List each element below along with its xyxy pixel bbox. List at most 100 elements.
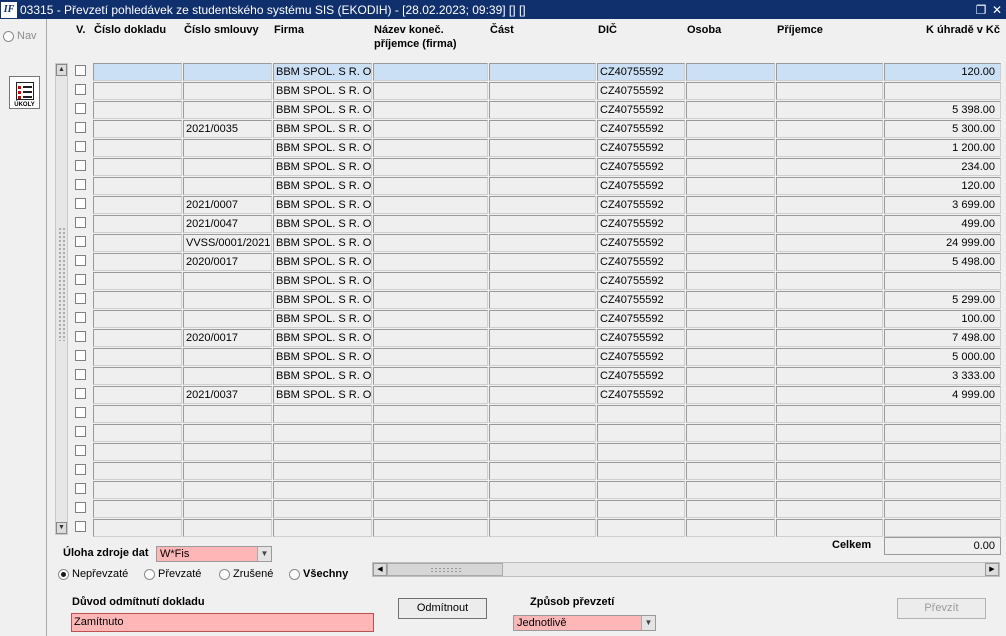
- cell-cislo-dokladu[interactable]: [93, 462, 182, 480]
- cell-cislo-dokladu[interactable]: [93, 481, 182, 499]
- cell-nazev-prijemce[interactable]: [373, 196, 488, 214]
- cell-cislo-dokladu[interactable]: [93, 82, 182, 100]
- cell-prijemce[interactable]: [776, 272, 883, 290]
- cell-osoba[interactable]: [686, 519, 775, 537]
- grid-grip-handle[interactable]: [58, 227, 66, 341]
- cell-cislo-smlouvy[interactable]: [183, 367, 272, 385]
- cell-cislo-dokladu[interactable]: [93, 329, 182, 347]
- cell-firma[interactable]: BBM SPOL. S R. O.: [273, 310, 372, 328]
- scroll-up-icon[interactable]: ▲: [56, 64, 67, 76]
- cell-k-uhrade[interactable]: [884, 272, 1001, 290]
- cell-k-uhrade[interactable]: [884, 424, 1001, 442]
- cell-firma[interactable]: [273, 481, 372, 499]
- cell-firma[interactable]: [273, 462, 372, 480]
- table-row[interactable]: [73, 481, 1006, 500]
- cell-cislo-smlouvy[interactable]: [183, 519, 272, 537]
- row-checkbox[interactable]: [75, 369, 86, 380]
- cell-firma[interactable]: BBM SPOL. S R. O.: [273, 139, 372, 157]
- cell-prijemce[interactable]: [776, 367, 883, 385]
- cell-osoba[interactable]: [686, 158, 775, 176]
- cell-prijemce[interactable]: [776, 215, 883, 233]
- cell-firma[interactable]: BBM SPOL. S R. O.: [273, 158, 372, 176]
- cell-cast[interactable]: [489, 272, 596, 290]
- cell-cast[interactable]: [489, 310, 596, 328]
- cell-cislo-smlouvy[interactable]: [183, 158, 272, 176]
- cell-cislo-dokladu[interactable]: [93, 443, 182, 461]
- cell-nazev-prijemce[interactable]: [373, 63, 488, 81]
- table-row[interactable]: BBM SPOL. S R. O. CZ40755592 5 398.00: [73, 101, 1006, 120]
- cell-cast[interactable]: [489, 63, 596, 81]
- cell-cislo-smlouvy[interactable]: 2020/0017: [183, 329, 272, 347]
- cell-nazev-prijemce[interactable]: [373, 405, 488, 423]
- cell-nazev-prijemce[interactable]: [373, 367, 488, 385]
- cell-prijemce[interactable]: [776, 63, 883, 81]
- col-header-cislo-dokladu[interactable]: Číslo dokladu: [94, 23, 166, 37]
- row-checkbox[interactable]: [75, 350, 86, 361]
- col-header-cast[interactable]: Část: [490, 23, 514, 37]
- chevron-down-icon[interactable]: ▼: [257, 547, 271, 561]
- cell-cast[interactable]: [489, 291, 596, 309]
- row-checkbox[interactable]: [75, 331, 86, 342]
- cell-cislo-smlouvy[interactable]: [183, 63, 272, 81]
- cell-cast[interactable]: [489, 500, 596, 518]
- cell-cislo-smlouvy[interactable]: 2021/0037: [183, 386, 272, 404]
- cell-dic[interactable]: CZ40755592: [597, 158, 685, 176]
- cell-prijemce[interactable]: [776, 234, 883, 252]
- cell-cislo-dokladu[interactable]: [93, 63, 182, 81]
- cell-dic[interactable]: CZ40755592: [597, 291, 685, 309]
- cell-firma[interactable]: BBM SPOL. S R. O.: [273, 120, 372, 138]
- cell-cast[interactable]: [489, 177, 596, 195]
- row-checkbox[interactable]: [75, 65, 86, 76]
- cell-firma[interactable]: [273, 443, 372, 461]
- cell-nazev-prijemce[interactable]: [373, 272, 488, 290]
- cell-osoba[interactable]: [686, 63, 775, 81]
- cell-k-uhrade[interactable]: 5 000.00: [884, 348, 1001, 366]
- cell-nazev-prijemce[interactable]: [373, 310, 488, 328]
- cell-cislo-dokladu[interactable]: [93, 196, 182, 214]
- cell-firma[interactable]: [273, 500, 372, 518]
- table-row[interactable]: [73, 462, 1006, 481]
- cell-cislo-smlouvy[interactable]: 2020/0017: [183, 253, 272, 271]
- row-checkbox[interactable]: [75, 217, 86, 228]
- cell-cislo-dokladu[interactable]: [93, 386, 182, 404]
- ukoly-button[interactable]: ÚKOLY: [9, 76, 40, 109]
- cell-osoba[interactable]: [686, 272, 775, 290]
- cell-firma[interactable]: BBM SPOL. S R. O.: [273, 329, 372, 347]
- table-row[interactable]: [73, 500, 1006, 519]
- cell-cislo-smlouvy[interactable]: 2021/0007: [183, 196, 272, 214]
- cell-prijemce[interactable]: [776, 196, 883, 214]
- row-checkbox[interactable]: [75, 426, 86, 437]
- table-row[interactable]: BBM SPOL. S R. O. CZ40755592 1 200.00: [73, 139, 1006, 158]
- cell-nazev-prijemce[interactable]: [373, 82, 488, 100]
- duvod-input[interactable]: Zamítnuto: [71, 613, 374, 632]
- cell-prijemce[interactable]: [776, 158, 883, 176]
- cell-cislo-dokladu[interactable]: [93, 139, 182, 157]
- cell-k-uhrade[interactable]: 234.00: [884, 158, 1001, 176]
- cell-firma[interactable]: BBM SPOL. S R. O.: [273, 215, 372, 233]
- col-header-dic[interactable]: DIČ: [598, 23, 617, 37]
- table-row[interactable]: BBM SPOL. S R. O. CZ40755592 234.00: [73, 158, 1006, 177]
- radio-neprevzate[interactable]: Nepřevzaté: [58, 568, 128, 580]
- restore-icon[interactable]: ❐: [974, 3, 988, 17]
- row-checkbox[interactable]: [75, 198, 86, 209]
- cell-cast[interactable]: [489, 196, 596, 214]
- cell-nazev-prijemce[interactable]: [373, 443, 488, 461]
- cell-cislo-dokladu[interactable]: [93, 405, 182, 423]
- row-checkbox[interactable]: [75, 179, 86, 190]
- cell-k-uhrade[interactable]: 5 299.00: [884, 291, 1001, 309]
- cell-k-uhrade[interactable]: [884, 519, 1001, 537]
- uloha-select[interactable]: W*Fis ▼: [156, 546, 272, 562]
- cell-k-uhrade[interactable]: 100.00: [884, 310, 1001, 328]
- zpusob-select[interactable]: Jednotlivě ▼: [513, 615, 656, 631]
- cell-dic[interactable]: CZ40755592: [597, 310, 685, 328]
- cell-osoba[interactable]: [686, 82, 775, 100]
- cell-dic[interactable]: [597, 443, 685, 461]
- col-header-osoba[interactable]: Osoba: [687, 23, 721, 37]
- col-header-cislo-smlouvy[interactable]: Číslo smlouvy: [184, 23, 259, 37]
- cell-dic[interactable]: [597, 405, 685, 423]
- radio-vsechny[interactable]: Všechny: [289, 568, 348, 580]
- cell-osoba[interactable]: [686, 101, 775, 119]
- cell-cast[interactable]: [489, 519, 596, 537]
- cell-nazev-prijemce[interactable]: [373, 348, 488, 366]
- table-row[interactable]: 2020/0017 BBM SPOL. S R. O. CZ40755592 5 49…: [73, 253, 1006, 272]
